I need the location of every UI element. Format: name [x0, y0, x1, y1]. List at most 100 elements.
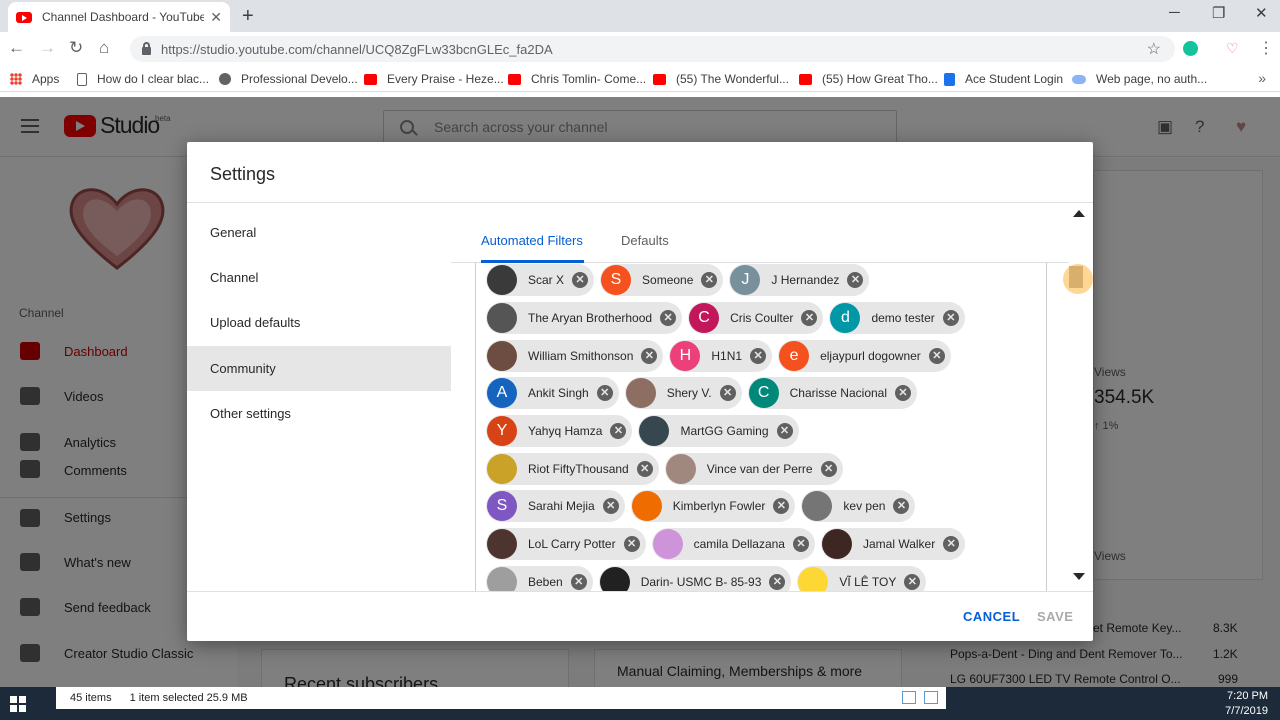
close-window-icon[interactable]: ✕ — [1255, 4, 1268, 22]
blocked-user-chip: S Sarahi Mejia ✕ — [486, 490, 625, 522]
remove-chip-icon[interactable]: ✕ — [641, 348, 658, 364]
close-tab-icon[interactable]: ✕ — [210, 9, 222, 26]
settings-nav-upload-defaults[interactable]: Upload defaults — [187, 300, 451, 345]
youtube-icon — [508, 73, 521, 85]
blocked-user-name: eljaypurl dogowner — [820, 349, 921, 363]
remove-chip-icon[interactable]: ✕ — [660, 310, 677, 326]
chrome-menu-icon[interactable]: ⋮ — [1258, 38, 1274, 58]
url-text: https://studio.youtube.com/channel/UCQ8Z… — [161, 41, 553, 57]
community-settings-panel: Automated Filters Defaults Scar X ✕ S Someo… — [451, 203, 1069, 591]
bookmark-item[interactable]: Every Praise - Heze... — [364, 72, 504, 86]
remove-chip-icon[interactable]: ✕ — [750, 348, 767, 364]
bookmark-item[interactable]: Professional Develo... — [219, 72, 358, 86]
home-icon[interactable]: ⌂ — [99, 38, 109, 58]
remove-chip-icon[interactable]: ✕ — [602, 498, 619, 514]
settings-nav-community[interactable]: Community — [187, 346, 451, 391]
minimize-icon[interactable]: ─ — [1169, 4, 1180, 21]
heart-extension-icon[interactable]: ♡ — [1226, 40, 1239, 57]
youtube-icon — [653, 73, 666, 85]
remove-chip-icon[interactable]: ✕ — [893, 498, 910, 514]
bookmark-label: Chris Tomlin- Come... — [531, 72, 647, 86]
browser-tab[interactable]: Channel Dashboard - YouTube Studio ✕ — [8, 2, 230, 32]
blocked-user-chip: Shery V. ✕ — [624, 377, 742, 409]
remove-chip-icon[interactable]: ✕ — [572, 272, 589, 288]
blocked-user-name: demo tester — [871, 311, 935, 325]
remove-chip-icon[interactable]: ✕ — [943, 536, 960, 552]
remove-chip-icon[interactable]: ✕ — [701, 272, 718, 288]
settings-nav-channel[interactable]: Channel — [187, 255, 451, 300]
scroll-down-arrow-icon[interactable] — [1073, 573, 1085, 580]
settings-nav-general[interactable]: General — [187, 210, 451, 255]
system-clock[interactable]: 7:20 PM 7/7/2019 — [1225, 689, 1268, 719]
chip-row: A Ankit Singh ✕ Shery V. ✕ C Charisse Nacional… — [486, 377, 923, 409]
clock-date: 7/7/2019 — [1225, 705, 1268, 717]
bookmarks-overflow-icon[interactable]: » — [1258, 70, 1266, 86]
user-avatar: C — [689, 303, 720, 333]
user-avatar — [665, 454, 696, 484]
scroll-up-arrow-icon[interactable] — [1073, 210, 1085, 217]
back-icon[interactable]: ← — [8, 38, 25, 58]
remove-chip-icon[interactable]: ✕ — [636, 461, 653, 477]
bookmark-item[interactable]: (55) How Great Tho... — [799, 72, 938, 86]
remove-chip-icon[interactable]: ✕ — [570, 574, 587, 590]
blocked-users-list[interactable]: Scar X ✕ S Someone ✕ J J Hernandez ✕ The Aryan B… — [475, 263, 1047, 591]
bookmark-star-icon[interactable]: ☆ — [1147, 39, 1161, 59]
windows-start-icon[interactable] — [10, 696, 26, 712]
settings-nav-other-settings[interactable]: Other settings — [187, 391, 451, 436]
browser-tab-strip: Channel Dashboard - YouTube Studio ✕ + ─… — [0, 0, 1280, 32]
new-tab-icon[interactable]: + — [242, 5, 254, 28]
details-view-icon[interactable] — [902, 691, 916, 704]
blocked-user-name: Beben — [528, 575, 563, 589]
maximize-icon[interactable]: ❐ — [1212, 4, 1225, 22]
bookmark-item[interactable]: Chris Tomlin- Come... — [508, 72, 646, 86]
blocked-user-chip: C Charisse Nacional ✕ — [747, 377, 918, 409]
blocked-user-name: H1N1 — [711, 349, 743, 363]
forward-icon[interactable]: → — [39, 38, 56, 58]
blocked-user-chip: LoL Carry Potter ✕ — [486, 528, 646, 560]
user-avatar: d — [830, 303, 861, 333]
remove-chip-icon[interactable]: ✕ — [942, 310, 959, 326]
user-avatar — [625, 378, 656, 408]
blocked-user-name: Someone — [642, 273, 694, 287]
bookmark-item[interactable]: Ace Student Login — [944, 72, 1063, 86]
user-avatar — [631, 491, 662, 521]
tab-defaults[interactable]: Defaults — [621, 233, 669, 248]
remove-chip-icon[interactable]: ✕ — [773, 498, 790, 514]
cancel-button[interactable]: CANCEL — [963, 609, 1020, 624]
grammarly-extension-icon[interactable] — [1183, 41, 1198, 56]
blocked-user-chip: Jamal Walker ✕ — [820, 528, 966, 560]
blocked-user-chip: e eljaypurl dogowner ✕ — [778, 340, 951, 372]
blocked-user-chip: VĨ LÊ TOY ✕ — [797, 566, 927, 591]
remove-chip-icon[interactable]: ✕ — [801, 310, 818, 326]
remove-chip-icon[interactable]: ✕ — [623, 536, 640, 552]
blocked-user-name: kev pen — [843, 499, 886, 513]
remove-chip-icon[interactable]: ✕ — [820, 461, 837, 477]
blocked-user-name: Yahyq Hamza — [528, 424, 603, 438]
remove-chip-icon[interactable]: ✕ — [847, 272, 864, 288]
address-bar[interactable]: https://studio.youtube.com/channel/UCQ8Z… — [130, 36, 1175, 62]
save-button[interactable]: SAVE — [1037, 609, 1073, 624]
user-avatar — [487, 265, 517, 295]
remove-chip-icon[interactable]: ✕ — [776, 423, 793, 439]
blocked-user-chip: Kimberlyn Fowler ✕ — [630, 490, 796, 522]
remove-chip-icon[interactable]: ✕ — [610, 423, 627, 439]
bookmark-apps[interactable]: Apps — [10, 72, 59, 86]
dialog-footer-divider — [187, 591, 1093, 592]
remove-chip-icon[interactable]: ✕ — [792, 536, 809, 552]
remove-chip-icon[interactable]: ✕ — [895, 385, 912, 401]
user-avatar — [487, 529, 517, 559]
bookmark-item[interactable]: How do I clear blac... — [77, 72, 209, 86]
blocked-user-chip: J J Hernandez ✕ — [729, 264, 870, 296]
settings-nav: General Channel Upload defaults Communit… — [187, 203, 451, 591]
browser-toolbar: ← → ↻ ⌂ https://studio.youtube.com/chann… — [0, 32, 1280, 66]
reload-icon[interactable]: ↻ — [69, 38, 83, 58]
remove-chip-icon[interactable]: ✕ — [769, 574, 786, 590]
remove-chip-icon[interactable]: ✕ — [596, 385, 613, 401]
remove-chip-icon[interactable]: ✕ — [904, 574, 921, 590]
large-icons-view-icon[interactable] — [924, 691, 938, 704]
tab-automated-filters[interactable]: Automated Filters — [481, 233, 583, 248]
remove-chip-icon[interactable]: ✕ — [928, 348, 945, 364]
bookmark-item[interactable]: Web page, no auth... — [1072, 72, 1207, 86]
bookmark-item[interactable]: (55) The Wonderful... — [653, 72, 789, 86]
remove-chip-icon[interactable]: ✕ — [719, 385, 736, 401]
